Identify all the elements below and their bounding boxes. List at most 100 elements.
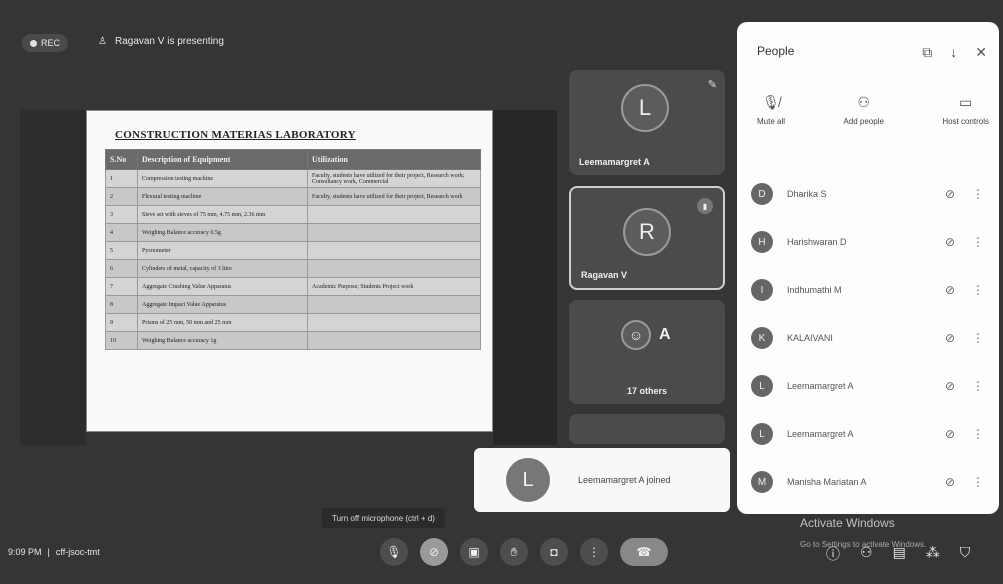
mic-off-icon[interactable]: ⊘	[935, 331, 965, 345]
mic-off-icon[interactable]: ⊘	[935, 379, 965, 393]
avatar: R	[623, 208, 671, 256]
participant-name: Leemamargret A	[787, 381, 854, 391]
others-initial: A	[659, 326, 671, 343]
activities-icon[interactable]: ⁂	[926, 544, 940, 564]
avatar: L	[506, 458, 550, 502]
panel-title: People	[757, 44, 795, 58]
mic-off-icon[interactable]: ⊘	[935, 283, 965, 297]
list-item[interactable]: I Indhumathi M ⊘ ⋮	[751, 266, 991, 314]
more-options-icon[interactable]: ⋮	[965, 427, 991, 441]
equipment-table: S.No Description of Equipment Utilizatio…	[105, 149, 481, 350]
join-message: Leemamargret A joined	[578, 475, 671, 485]
avatar: H	[751, 231, 773, 253]
close-icon[interactable]: ✕	[975, 44, 987, 61]
participant-name: Indhumathi M	[787, 285, 842, 295]
speaking-icon: ▮	[697, 198, 713, 214]
meeting-code: cff-jsoc-tmt	[55, 547, 100, 557]
mic-off-icon[interactable]: ⊘	[935, 427, 965, 441]
camera-off-button[interactable]: ⊘	[420, 538, 448, 566]
self-tile[interactable]	[569, 414, 725, 444]
list-item[interactable]: L Leemamargret A ⊘ ⋮	[751, 362, 991, 410]
table-row: 1 Compression testing machine Faculty, stu…	[105, 169, 481, 188]
table-row: 4 Weighing Balance accuracy 0.5g	[105, 223, 481, 242]
more-options-icon[interactable]: ⋮	[965, 331, 991, 345]
avatar: I	[751, 279, 773, 301]
recording-badge: REC	[22, 34, 69, 52]
toggle-icon: ▭	[959, 94, 973, 110]
host-controls-label: Host controls	[942, 117, 989, 126]
cell-sno: 1	[105, 169, 138, 188]
table-row: 7 Aggregate Crushing Value Apparatus Acade…	[105, 277, 481, 296]
more-options-icon[interactable]: ⋮	[965, 475, 991, 489]
shared-slide: CONSTRUCTION MATERIAS LABORATORY S.No De…	[86, 110, 493, 432]
present-button[interactable]: ◘	[540, 538, 568, 566]
list-item[interactable]: K KALAIVANI ⊘ ⋮	[751, 314, 991, 362]
cell-utilization	[307, 223, 481, 242]
presenting-indicator: ♙ Ragavan V is presenting	[98, 36, 224, 47]
cell-utilization	[307, 295, 481, 314]
list-item[interactable]: H Harishwaran D ⊘ ⋮	[751, 218, 991, 266]
cell-sno: 9	[105, 313, 138, 332]
tile-name: Ragavan V	[581, 270, 628, 280]
pin-icon[interactable]: ✎	[708, 78, 717, 91]
more-options-icon[interactable]: ⋮	[965, 379, 991, 393]
mute-all-button[interactable]: 🎙︎̸ Mute all	[757, 94, 785, 126]
raise-hand-button[interactable]: ✋︎	[500, 538, 528, 566]
microphone-tooltip: Turn off microphone (ctrl + d)	[322, 508, 445, 528]
cell-sno: 5	[105, 241, 138, 260]
mute-all-label: Mute all	[757, 117, 786, 126]
slide-title: CONSTRUCTION MATERIAS LABORATORY	[115, 129, 356, 141]
avatar: L	[621, 84, 669, 132]
download-icon[interactable]: ↓	[950, 44, 957, 61]
list-item[interactable]: L Leemamargret A ⊘ ⋮	[751, 410, 991, 458]
meeting-stage: REC ♙ Ragavan V is presenting CONSTRUCTI…	[0, 0, 1003, 584]
microphone-button[interactable]: 🎙︎	[380, 538, 408, 566]
cell-description: Sieve set with sieves of 75 mm, 4.75 mm,…	[137, 205, 308, 224]
participant-list: D Dharika S ⊘ ⋮ H Harishwaran D ⊘ ⋮ I Indhumath…	[751, 170, 991, 506]
more-options-icon[interactable]: ⋮	[965, 235, 991, 249]
avatar: M	[751, 471, 773, 493]
cell-sno: 4	[105, 223, 138, 242]
cell-utilization	[307, 205, 481, 224]
mic-off-icon[interactable]: ⊘	[935, 235, 965, 249]
tile-name: Leemamargret A	[579, 157, 650, 167]
participant-tile[interactable]: L Leemamargret A ✎	[569, 70, 725, 175]
host-controls-button[interactable]: ▭ Host controls	[942, 94, 989, 126]
cell-sno: 6	[105, 259, 138, 278]
participant-tile-active[interactable]: R Ragavan V ▮	[569, 186, 725, 290]
avatar: ☺	[621, 320, 651, 350]
meeting-info: 9:09 PM | cff-jsoc-tmt	[8, 547, 100, 557]
cell-description: Weighing Balance accuracy 1g	[137, 331, 308, 350]
share-link-icon[interactable]: ⧉	[922, 44, 932, 61]
avatar: L	[751, 375, 773, 397]
table-row: 8 Aggregate Impact Value Apparatus	[105, 295, 481, 314]
separator: |	[47, 547, 50, 557]
recording-label: REC	[41, 38, 61, 48]
list-item[interactable]: D Dharika S ⊘ ⋮	[751, 170, 991, 218]
person-icon: ♙	[98, 36, 107, 47]
mic-off-icon[interactable]: ⊘	[935, 475, 965, 489]
more-options-icon[interactable]: ⋮	[965, 187, 991, 201]
table-row: 3 Sieve set with sieves of 75 mm, 4.75 mm…	[105, 205, 481, 224]
add-people-button[interactable]: ⚇ Add people	[843, 94, 883, 126]
cell-description: Compression testing machine	[137, 169, 308, 188]
table-row: 2 Flexural testing machine Faculty, studen…	[105, 187, 481, 206]
captions-button[interactable]: ▣	[460, 538, 488, 566]
table-row: 9 Prisms of 25 mm, 50 mm and 25 mm	[105, 313, 481, 332]
more-options-button[interactable]: ⋮	[580, 538, 608, 566]
cell-utilization	[307, 331, 481, 350]
list-item[interactable]: M Manisha Mariatan A ⊘ ⋮	[751, 458, 991, 506]
cell-utilization: Academic Purpose; Students Project work	[307, 277, 481, 296]
mic-off-icon[interactable]: ⊘	[935, 187, 965, 201]
others-tile[interactable]: ☺ A 17 others	[569, 300, 725, 404]
cell-description: Prisms of 25 mm, 50 mm and 25 mm	[137, 313, 308, 332]
cell-utilization: Faculty, students have utilized for thei…	[307, 187, 481, 206]
end-call-button[interactable]: ☎	[620, 538, 668, 566]
host-controls-icon[interactable]: ⛉	[960, 544, 971, 564]
clock-time: 9:09 PM	[8, 547, 42, 557]
more-options-icon[interactable]: ⋮	[965, 283, 991, 297]
table-row: 5 Pycnometer	[105, 241, 481, 260]
cell-sno: 3	[105, 205, 138, 224]
top-bar: REC ♙ Ragavan V is presenting	[0, 0, 740, 70]
presentation-left-margin	[20, 110, 86, 445]
